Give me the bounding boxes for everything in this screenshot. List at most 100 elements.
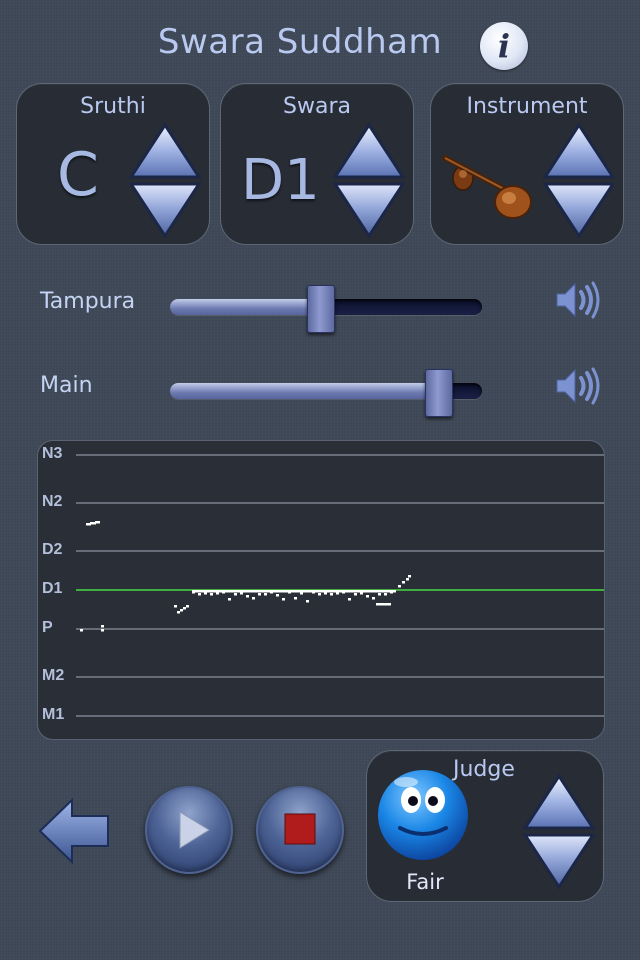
tampura-slider-thumb[interactable]	[306, 285, 335, 333]
pitch-trace-dot	[402, 581, 405, 584]
pitch-trace-dot	[177, 611, 180, 614]
pitch-trace-dot	[231, 590, 234, 593]
pitch-trace-dot	[246, 595, 249, 598]
pitch-trace-dot	[393, 590, 396, 593]
tampura-slider-fill	[170, 299, 320, 315]
pitch-trace-dot	[264, 590, 267, 593]
pitch-trace-dot	[342, 591, 345, 594]
main-label: Main	[40, 373, 93, 398]
pitch-trace-dot	[234, 593, 237, 596]
pitch-trace-dot	[198, 593, 201, 596]
pitch-trace-dot	[210, 593, 213, 596]
sruthi-value: C	[57, 140, 99, 210]
pitch-trace-dot	[318, 590, 321, 593]
smiley-face-icon	[378, 770, 468, 860]
main-slider-thumb[interactable]	[425, 369, 454, 417]
sruthi-stepper[interactable]	[129, 122, 201, 240]
pitch-trace-dot	[279, 590, 282, 593]
pitch-trace-dot	[387, 590, 390, 593]
main-speaker-icon[interactable]	[555, 366, 601, 406]
pitch-trace-dot	[183, 607, 186, 610]
pitch-trace-dot	[219, 590, 222, 593]
pitch-trace-dot	[249, 590, 252, 593]
pitch-trace-dot	[330, 590, 333, 593]
veena-icon	[442, 155, 532, 219]
pitch-trace-dot	[366, 590, 369, 593]
play-icon	[179, 811, 210, 849]
pitch-trace-dot	[267, 590, 270, 593]
pitch-trace-dot	[180, 609, 183, 612]
pitch-trace-dot	[213, 590, 216, 593]
play-button[interactable]	[145, 786, 233, 874]
swara-stepper[interactable]	[333, 122, 405, 240]
pitch-trace-dot	[204, 592, 207, 595]
judge-verdict: Fair	[406, 870, 444, 894]
sruthi-up-arrow-icon[interactable]	[129, 122, 201, 179]
judge-up-arrow-icon[interactable]	[523, 773, 595, 830]
tampura-speaker-icon[interactable]	[555, 280, 601, 320]
swara-down-arrow-icon[interactable]	[333, 182, 405, 239]
sruthi-label: Sruthi	[80, 94, 146, 119]
pitch-trace-dot	[222, 591, 225, 594]
pitch-trace-dot	[97, 521, 100, 524]
tampura-slider[interactable]	[170, 285, 482, 333]
pitch-trace-dot	[285, 590, 288, 593]
swara-up-arrow-icon[interactable]	[333, 122, 405, 179]
pitch-trace-dot	[246, 590, 249, 593]
pitch-trace-dot	[297, 590, 300, 593]
pitch-trace-dot	[216, 592, 219, 595]
pitch-trace-dot	[354, 593, 357, 596]
info-icon[interactable]: i	[480, 22, 528, 70]
main-slider-fill	[170, 383, 439, 399]
pitch-trace-dot	[101, 625, 104, 628]
pitch-trace-dot	[354, 590, 357, 593]
pitch-trace-dot	[357, 590, 360, 593]
pitch-trace-dot	[237, 590, 240, 593]
pitch-trace-dot	[258, 590, 261, 593]
pitch-trace-dot	[192, 591, 195, 594]
instrument-down-arrow-icon[interactable]	[543, 182, 615, 239]
pitch-trace-dot	[351, 590, 354, 593]
pitch-trace-dot	[255, 590, 258, 593]
pitch-trace-dot	[195, 590, 198, 593]
back-arrow-icon[interactable]	[38, 796, 110, 866]
pitch-trace-dot	[306, 600, 309, 603]
pitch-trace-dot	[348, 590, 351, 593]
pitch-trace-dot	[228, 590, 231, 593]
pitch-trace-dot	[273, 590, 276, 593]
pitch-trace-dot	[345, 590, 348, 593]
pitch-trace-dot	[398, 585, 401, 588]
pitch-trace-dot	[330, 593, 333, 596]
sruthi-down-arrow-icon[interactable]	[129, 182, 201, 239]
pitch-trace-dot	[333, 590, 336, 593]
main-slider[interactable]	[170, 369, 482, 417]
pitch-trace-dot	[303, 590, 306, 593]
pitch-trace-dot	[381, 590, 384, 593]
pitch-trace-dot	[186, 605, 189, 608]
pitch-trace-dot	[300, 592, 303, 595]
stop-button[interactable]	[256, 786, 344, 874]
pitch-trace-dot	[321, 590, 324, 593]
pitch-trace-dot	[384, 593, 387, 596]
pitch-trace-dot	[252, 597, 255, 600]
swara-value: D1	[241, 148, 320, 213]
instrument-up-arrow-icon[interactable]	[543, 122, 615, 179]
pitch-trace-dot	[234, 590, 237, 593]
pitch-trace-dot	[306, 590, 309, 593]
pitch-trace-dot	[382, 603, 385, 606]
pitch-trace-dot	[376, 603, 379, 606]
pitch-trace-dot	[101, 629, 104, 632]
pitch-trace-dot	[360, 592, 363, 595]
judge-stepper[interactable]	[523, 773, 595, 891]
pitch-trace-dot	[174, 605, 177, 608]
pitch-trace-dot	[369, 590, 372, 593]
pitch-trace-dot	[378, 593, 381, 596]
pitch-trace-dot	[318, 593, 321, 596]
pitch-graph: N3 N2 D2 D1 P M2 M1	[37, 440, 605, 740]
pitch-trace-dot	[258, 593, 261, 596]
pitch-trace-dot	[198, 590, 201, 593]
judge-down-arrow-icon[interactable]	[523, 833, 595, 890]
pitch-trace-dot	[90, 522, 93, 525]
instrument-stepper[interactable]	[543, 122, 615, 240]
pitch-trace-dot	[348, 598, 351, 601]
